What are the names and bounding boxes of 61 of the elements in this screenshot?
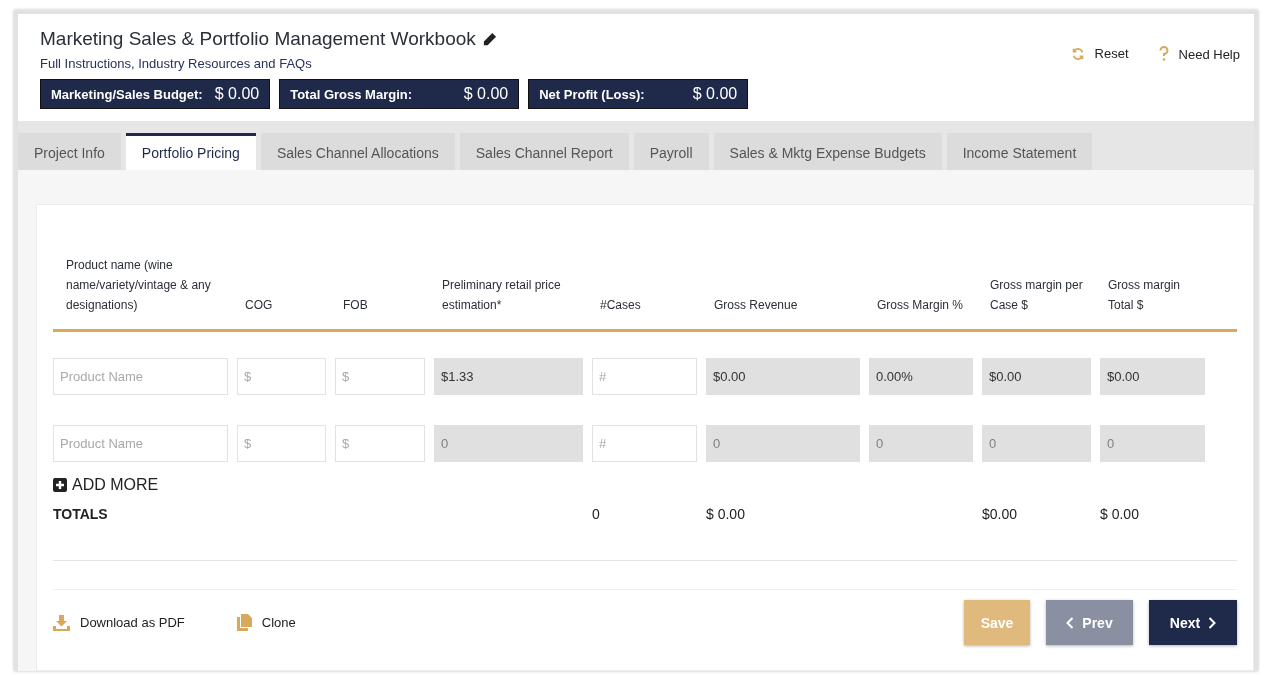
help-button[interactable]: Need Help	[1158, 46, 1240, 62]
tab[interactable]: Income Statement	[946, 133, 1093, 170]
computed-field[interactable]: $0.00	[982, 358, 1091, 395]
copy-icon	[236, 614, 252, 631]
summary-label: Total Gross Margin:	[290, 86, 412, 102]
computed-field[interactable]: $0.00	[706, 358, 860, 395]
computed-field[interactable]: 0	[434, 425, 583, 462]
computed-field[interactable]: $0.00	[1100, 358, 1205, 395]
chevron-right-icon	[1208, 616, 1217, 629]
input-field[interactable]: $	[335, 425, 425, 462]
input-field[interactable]: #	[592, 425, 697, 462]
tab[interactable]: Project Info	[18, 133, 121, 170]
input-field[interactable]: $	[237, 425, 326, 462]
tab[interactable]: Payroll	[633, 133, 709, 170]
instructions-link[interactable]: Full Instructions, Industry Resources and FAQs	[40, 56, 312, 71]
input-field[interactable]: $	[237, 358, 326, 395]
input-field[interactable]: Product Name	[53, 358, 228, 395]
summary-label: Marketing/Sales Budget:	[51, 86, 203, 102]
clone-link[interactable]: Clone	[236, 614, 296, 631]
total-value: $ 0.00	[1100, 506, 1140, 522]
column-header: Gross margin Total $	[1107, 277, 1182, 314]
computed-field[interactable]: $1.33	[434, 358, 583, 395]
next-button[interactable]: Next	[1149, 600, 1237, 645]
summary-value: $ 0.00	[214, 85, 260, 103]
workbook-title: Marketing Sales & Portfolio Management Workbook	[40, 28, 476, 50]
tab[interactable]: Portfolio Pricing	[125, 133, 256, 170]
column-header: Gross Revenue	[713, 297, 799, 314]
input-field[interactable]: #	[592, 358, 697, 395]
computed-field[interactable]: 0	[869, 425, 973, 462]
summary-value: $ 0.00	[463, 85, 509, 103]
summary-label: Net Profit (Loss):	[539, 86, 645, 102]
computed-field[interactable]: 0.00%	[869, 358, 973, 395]
column-header: Preliminary retail price estimation*	[441, 277, 562, 314]
column-header: Gross margin per Case $	[989, 277, 1084, 314]
total-value: $0.00	[982, 506, 1019, 522]
column-header: Gross Margin %	[876, 297, 965, 314]
chevron-left-icon	[1066, 616, 1075, 629]
computed-field[interactable]: 0	[1100, 425, 1205, 462]
total-value: 0	[592, 506, 601, 522]
total-value: $ 0.00	[706, 506, 746, 522]
reset-button[interactable]: Reset	[1070, 46, 1129, 61]
column-header: Product name (wine name/variety/vintage & any designations)	[65, 257, 212, 314]
column-header: COG	[244, 297, 274, 314]
summary-value: $ 0.00	[692, 85, 738, 103]
plus-square-icon	[53, 478, 67, 492]
totals-label: TOTALS	[53, 506, 109, 522]
tab[interactable]: Sales Channel Report	[459, 133, 629, 170]
refresh-icon	[1070, 46, 1085, 61]
question-icon	[1158, 46, 1169, 62]
input-field[interactable]: $	[335, 358, 425, 395]
computed-field[interactable]: 0	[982, 425, 1091, 462]
column-header: #Cases	[599, 297, 642, 314]
tab[interactable]: Sales Channel Allocations	[260, 133, 455, 170]
pencil-icon[interactable]	[481, 31, 497, 47]
download-pdf-link[interactable]: Download as PDF	[53, 614, 185, 631]
add-more-button[interactable]: ADD MORE	[53, 476, 159, 494]
input-field[interactable]: Product Name	[53, 425, 228, 462]
download-icon	[53, 614, 70, 631]
column-header: FOB	[342, 297, 369, 314]
tab[interactable]: Sales & Mktg Expense Budgets	[713, 133, 942, 170]
computed-field[interactable]: 0	[706, 425, 860, 462]
